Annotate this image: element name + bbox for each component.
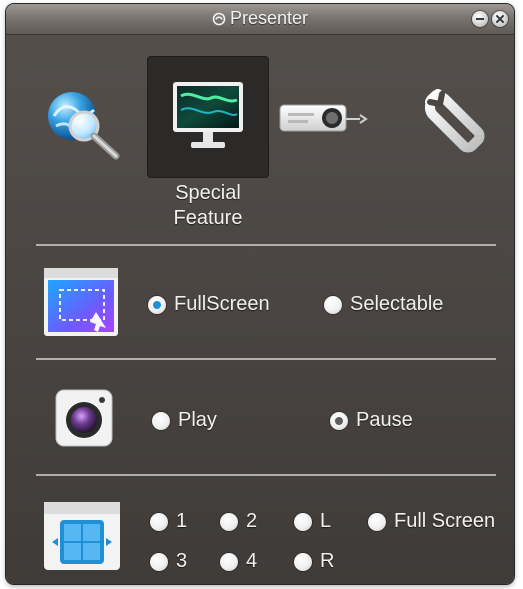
- radio-dot: [220, 512, 238, 531]
- radio-dot: [294, 552, 312, 571]
- radio-label: 2: [246, 510, 258, 532]
- tab-special-feature[interactable]: [147, 56, 269, 178]
- radio-label: Pause: [356, 409, 413, 431]
- tab-special-feature-label: Special Feature: [173, 182, 243, 229]
- radio-dot: [150, 512, 168, 531]
- radio-dot: [150, 552, 168, 571]
- minimize-button[interactable]: [472, 11, 488, 27]
- radio-selectable[interactable]: Selectable: [324, 293, 443, 316]
- radio-split-3[interactable]: 3: [150, 550, 187, 573]
- tab-network[interactable]: [38, 82, 122, 162]
- radio-dot: [294, 512, 312, 531]
- minimize-icon: [476, 18, 484, 20]
- wrench-icon: [425, 89, 485, 153]
- camera-icon: [55, 389, 113, 447]
- radio-split-full-screen[interactable]: Full Screen: [368, 510, 495, 533]
- separator: [36, 358, 496, 360]
- radio-split-4[interactable]: 4: [220, 550, 257, 573]
- radio-play[interactable]: Play: [152, 409, 217, 432]
- radio-dot: [152, 411, 170, 430]
- radio-fullscreen[interactable]: FullScreen: [148, 293, 270, 316]
- radio-label: L: [320, 510, 332, 532]
- radio-label: 4: [246, 550, 258, 572]
- window-title: Presenter: [6, 8, 514, 29]
- radio-pause[interactable]: Pause: [330, 409, 413, 432]
- radio-split-l[interactable]: L: [294, 510, 331, 533]
- radio-dot: [330, 411, 348, 430]
- radio-label: R: [320, 550, 335, 572]
- monitor-icon: [173, 82, 243, 148]
- separator: [36, 474, 496, 476]
- close-button[interactable]: [492, 11, 508, 27]
- radio-split-1[interactable]: 1: [150, 510, 187, 533]
- radio-dot: [220, 552, 238, 571]
- projector-icon: [279, 104, 368, 132]
- radio-split-r[interactable]: R: [294, 550, 334, 573]
- presenter-window: Presenter Special Feature FullScreen Sel…: [6, 4, 514, 584]
- screen-selection-icon: [44, 268, 118, 336]
- window-title-text: Presenter: [229, 8, 309, 28]
- radio-label: 1: [176, 510, 188, 532]
- radio-dot: [324, 295, 342, 314]
- tab-settings[interactable]: [420, 84, 490, 154]
- radio-label: 3: [176, 550, 188, 572]
- close-icon: [496, 15, 504, 23]
- presenter-app-icon: [212, 10, 226, 26]
- radio-label: FullScreen: [174, 293, 270, 315]
- globe-search-icon: [48, 92, 120, 160]
- display-mode-icon: [42, 266, 120, 338]
- split-screen-mode-icon: [42, 500, 122, 572]
- split-screen-icon: [44, 502, 120, 570]
- radio-split-2[interactable]: 2: [220, 510, 257, 533]
- radio-dot: [368, 512, 386, 531]
- playback-icon: [50, 384, 118, 452]
- radio-label: Selectable: [350, 293, 444, 315]
- radio-label: Play: [178, 409, 217, 431]
- radio-dot: [148, 295, 166, 314]
- title-bar[interactable]: Presenter: [6, 4, 514, 35]
- separator: [36, 244, 496, 246]
- tab-projector[interactable]: [274, 89, 374, 149]
- radio-label: Full Screen: [394, 510, 496, 532]
